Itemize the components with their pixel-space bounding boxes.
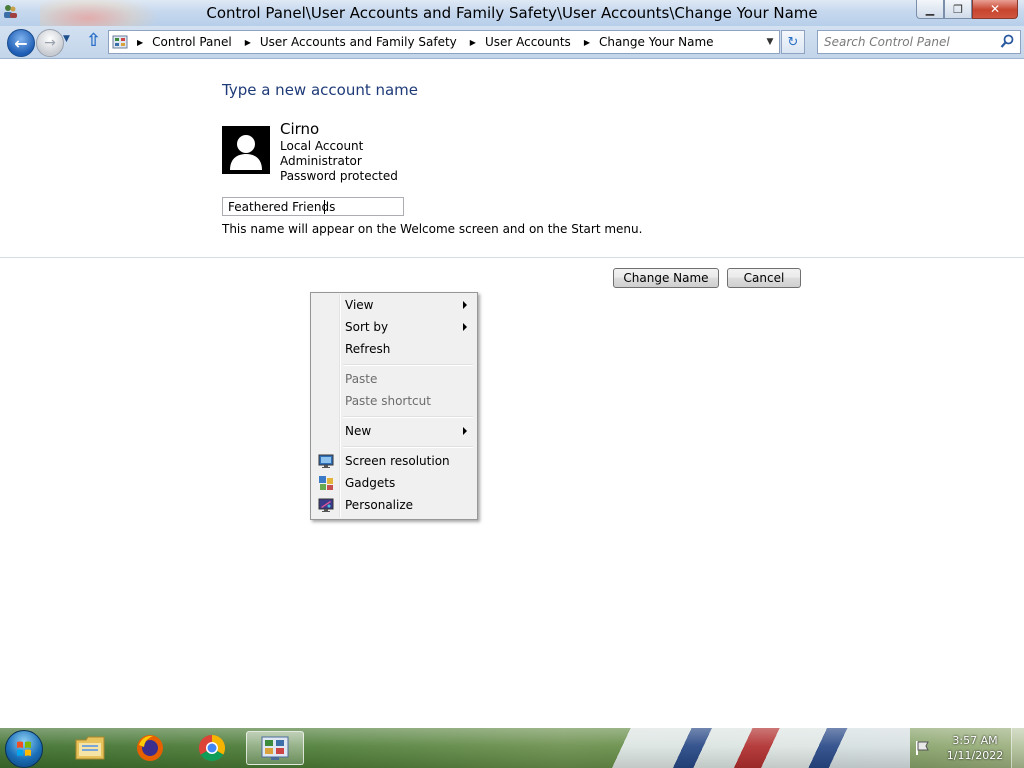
menu-separator [343,446,473,448]
submenu-arrow-icon [463,427,467,435]
menu-item-sort-by[interactable]: Sort by [313,316,475,338]
submenu-arrow-icon [463,323,467,331]
submenu-arrow-icon [463,301,467,309]
firefox-logo-icon [137,735,163,761]
context-menu: View Sort by Refresh Paste Paste shortcu… [310,292,478,520]
account-name: Cirno [280,120,320,138]
breadcrumb-chevron-icon[interactable]: ▶ [470,38,476,47]
breadcrumb: ▶ Control Panel ▶ User Accounts and Fami… [133,31,714,53]
up-arrow-icon[interactable]: ⇧ [86,30,101,51]
change-name-button[interactable]: Change Name [613,268,719,288]
text-caret [324,200,325,214]
menu-item-label: Paste shortcut [345,394,431,408]
control-panel-icon[interactable] [246,731,304,765]
new-name-field[interactable] [222,197,404,216]
title-bar[interactable]: Control Panel\User Accounts and Family S… [0,0,1024,26]
taskbar: 3:57 AM 1/11/2022 [0,728,1024,768]
action-center-flag-icon[interactable] [914,740,930,756]
menu-item-label: Gadgets [345,476,396,490]
navigation-bar: ← → ▼ ⇧ ▶ Control Panel ▶ User Accounts … [0,26,1024,59]
menu-separator [343,364,473,366]
address-dropdown-icon[interactable]: ▼ [761,31,779,53]
user-silhouette-icon [230,135,262,170]
cancel-button[interactable]: Cancel [727,268,801,288]
search-box[interactable] [817,30,1021,54]
menu-separator [343,416,473,418]
page-title: Type a new account name [222,81,419,99]
menu-item-label: New [345,424,372,438]
clock-date: 1/11/2022 [946,749,1004,762]
minimize-button[interactable]: ▁ [916,0,944,19]
back-arrow-icon: ← [14,33,28,53]
menu-item-label: Paste [345,372,378,386]
menu-item-label: Screen resolution [345,454,450,468]
maximize-button[interactable]: ❐ [944,0,972,19]
gadgets-icon [319,476,333,490]
firefox-icon[interactable] [124,731,176,765]
menu-item-screen-resolution[interactable]: Screen resolution [313,450,475,472]
divider [0,257,1024,258]
menu-item-label: Refresh [345,342,391,356]
control-panel-icon [112,35,128,49]
menu-item-new[interactable]: New [313,420,475,442]
breadcrumb-user-accounts-family-safety[interactable]: User Accounts and Family Safety [260,35,457,49]
account-type: Local Account [280,139,364,153]
menu-item-label: View [345,298,374,312]
refresh-button[interactable]: ↻ [781,30,805,54]
breadcrumb-control-panel[interactable]: Control Panel [152,35,232,49]
clock-time: 3:57 AM [952,734,998,747]
menu-item-view[interactable]: View [313,294,475,316]
menu-item-label: Personalize [345,498,414,512]
maximize-icon: ❐ [953,2,963,16]
search-input[interactable] [824,33,994,50]
menu-item-gadgets[interactable]: Gadgets [313,472,475,494]
menu-item-label: Sort by [345,320,389,334]
file-explorer-icon[interactable] [64,731,116,765]
system-clock[interactable]: 3:57 AM 1/11/2022 [940,733,1010,763]
personalize-icon [318,498,334,512]
control-panel-window-icon [261,736,289,760]
chrome-icon[interactable] [186,731,238,765]
folder-icon [75,736,105,760]
start-button[interactable] [5,730,43,768]
refresh-icon: ↻ [787,34,799,50]
menu-item-paste-shortcut[interactable]: Paste shortcut [313,390,475,412]
menu-item-refresh[interactable]: Refresh [313,338,475,360]
show-desktop-button[interactable] [1011,728,1024,768]
back-button[interactable]: ← [7,29,35,57]
forward-arrow-icon: → [44,35,56,51]
breadcrumb-root-chevron-icon[interactable]: ▶ [137,38,143,47]
breadcrumb-change-your-name[interactable]: Change Your Name [599,35,714,49]
avatar [222,126,270,174]
monitor-icon [318,454,334,468]
menu-item-personalize[interactable]: Personalize [313,494,475,516]
chrome-logo-icon [198,734,226,762]
menu-item-paste[interactable]: Paste [313,368,475,390]
window-title: Control Panel\User Accounts and Family S… [206,4,818,22]
breadcrumb-chevron-icon[interactable]: ▶ [245,38,251,47]
account-role: Administrator [280,154,362,168]
search-icon[interactable] [1000,34,1015,49]
windows-logo-icon [17,741,31,756]
close-icon: ✕ [989,2,1001,16]
name-hint: This name will appear on the Welcome scr… [222,222,643,236]
account-password-status: Password protected [280,169,398,183]
close-button[interactable]: ✕ [972,0,1018,19]
recent-pages-dropdown[interactable]: ▼ [63,34,70,44]
minimize-icon: ▁ [925,2,935,16]
address-bar[interactable]: ▶ Control Panel ▶ User Accounts and Fami… [108,30,780,54]
forward-button[interactable]: → [36,29,64,57]
breadcrumb-chevron-icon[interactable]: ▶ [584,38,590,47]
breadcrumb-user-accounts[interactable]: User Accounts [485,35,571,49]
